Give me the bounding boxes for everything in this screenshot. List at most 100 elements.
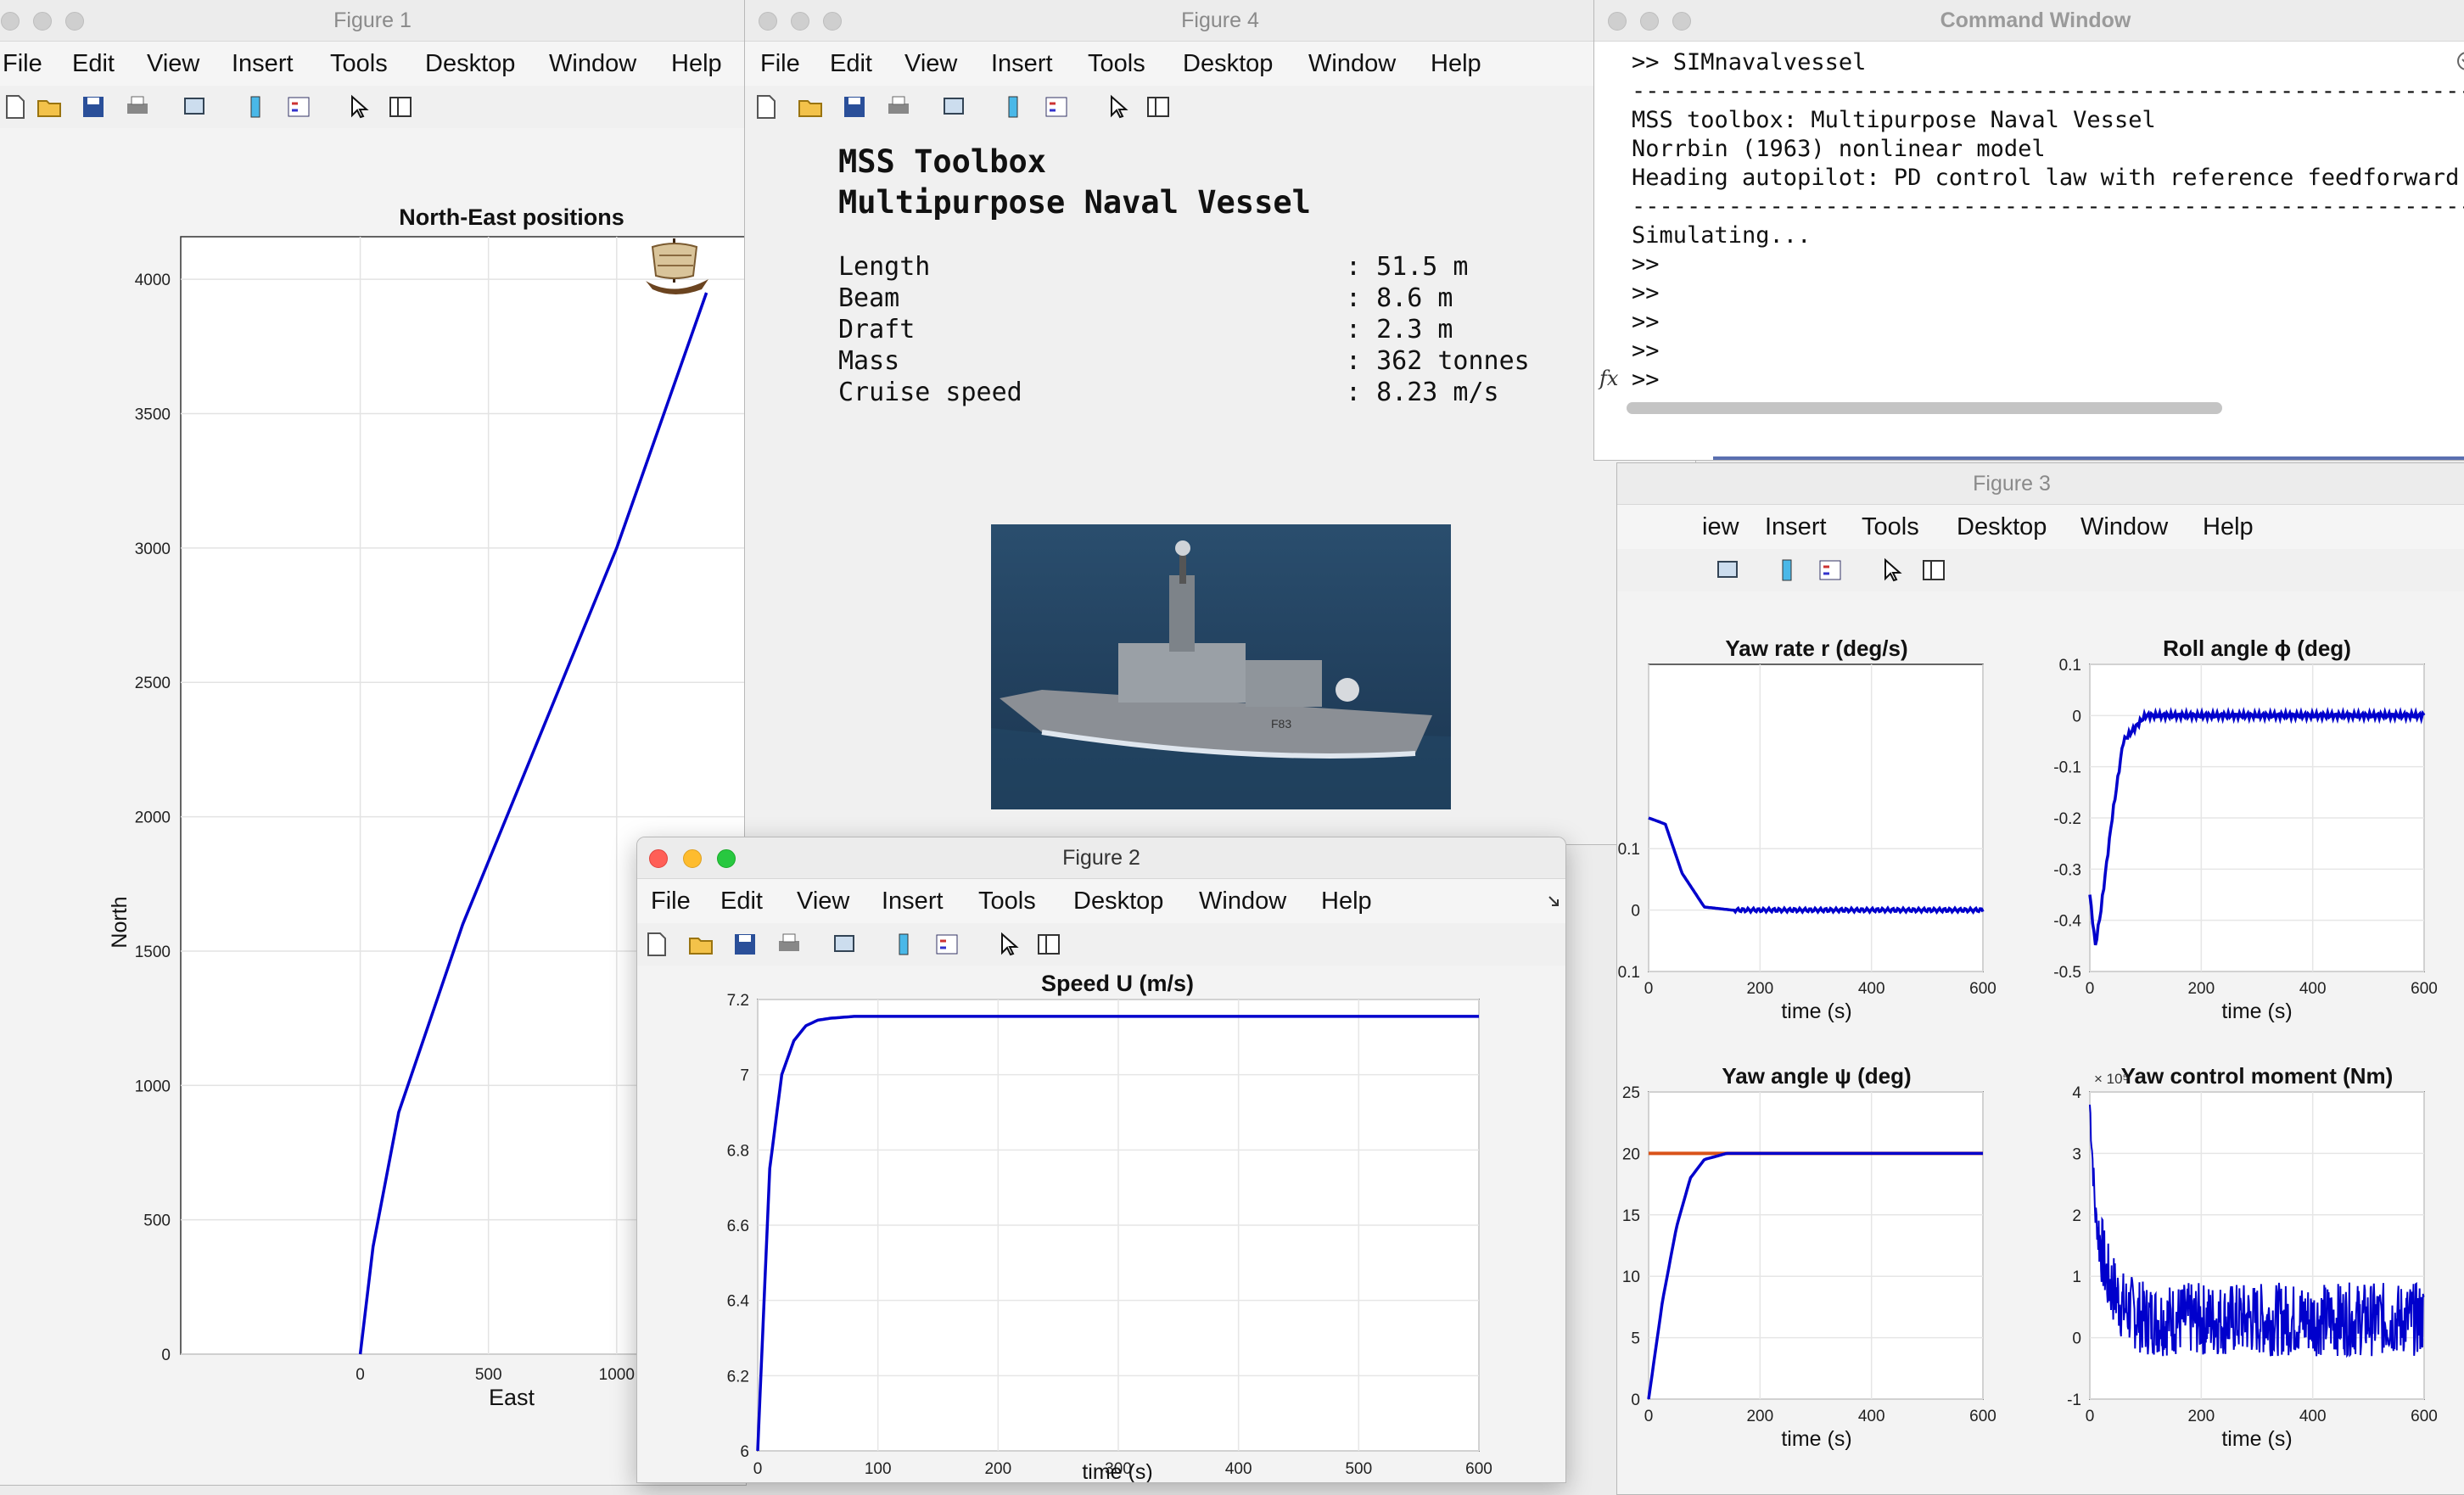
pointer-icon[interactable] [1879, 557, 1904, 583]
menu-insert[interactable]: Insert [991, 50, 1053, 78]
print-icon[interactable] [776, 932, 802, 957]
menu-view[interactable]: View [147, 50, 199, 78]
y-tick-label: 7.2 [727, 992, 749, 1010]
legend-icon[interactable] [934, 932, 960, 957]
menu-window[interactable]: Window [1199, 887, 1286, 915]
x-axis-label: time (s) [1082, 1460, 1152, 1483]
y-tick-label: 25 [1622, 1084, 1640, 1102]
new-figure-icon[interactable] [3, 94, 28, 120]
open-folder-icon[interactable] [798, 94, 823, 120]
menu-window[interactable]: Window [2080, 513, 2168, 541]
export-icon[interactable] [832, 932, 858, 957]
save-icon[interactable] [842, 94, 867, 120]
export-icon[interactable] [942, 94, 967, 120]
window-title: Figure 1 [333, 8, 412, 32]
x-tick-label: 600 [2411, 980, 2438, 998]
y-tick-label: 7 [740, 1067, 749, 1085]
menu-view[interactable]: View [904, 50, 957, 78]
print-icon[interactable] [886, 94, 911, 120]
y-tick-label: 1 [2072, 1268, 2081, 1286]
menu-edit[interactable]: Edit [72, 50, 115, 78]
menu-insert[interactable]: Insert [882, 887, 944, 915]
colorbar-icon[interactable] [892, 932, 917, 957]
divider-line: ----------------------------------------… [1632, 78, 2464, 104]
y-tick-label: 0.1 [2059, 657, 2081, 675]
save-icon[interactable] [81, 94, 106, 120]
menu-file[interactable]: File [760, 50, 800, 78]
dock-arrow-icon[interactable] [1547, 894, 1562, 910]
spec-value: : 8.23 m/s [1346, 378, 1499, 407]
menu-desktop[interactable]: Desktop [425, 50, 515, 78]
property-editor-icon[interactable] [1036, 932, 1061, 957]
figure2-canvas: Speed U (m/s) 7.2 7 6.8 6.6 6.4 6.2 6 0 100 200 30… [637, 966, 1565, 1482]
collapse-arrow-icon[interactable] [2456, 51, 2464, 71]
command-titlebar[interactable]: Command Window [1594, 0, 2464, 42]
menu-help[interactable]: Help [1321, 887, 1372, 915]
colorbar-icon[interactable] [1001, 94, 1027, 120]
figure1-titlebar[interactable]: Figure 1 [0, 0, 746, 42]
y-axis-label: North [108, 896, 132, 948]
property-editor-icon[interactable] [1145, 94, 1171, 120]
menu-view[interactable]: iew [1702, 513, 1739, 541]
legend-icon[interactable] [286, 94, 311, 120]
command-output[interactable]: >> SIMnavalvessel -----------------------… [1594, 44, 2464, 400]
open-folder-icon[interactable] [36, 94, 62, 120]
plot-title: Speed U (m/s) [1041, 971, 1194, 996]
command-line: Norrbin (1963) nonlinear model [1632, 136, 2046, 162]
menu-desktop[interactable]: Desktop [1183, 50, 1273, 78]
yaw-rate-xlabel: time (s) [1781, 999, 1851, 1023]
property-editor-icon[interactable] [1921, 557, 1946, 583]
menu-file[interactable]: File [3, 50, 42, 78]
menu-window[interactable]: Window [549, 50, 636, 78]
menu-insert[interactable]: Insert [232, 50, 294, 78]
spec-label: Cruise speed [838, 378, 1022, 407]
property-editor-icon[interactable] [388, 94, 413, 120]
colorbar-icon[interactable] [1775, 557, 1800, 583]
horizontal-scrollbar[interactable] [1627, 402, 2222, 414]
yaw-angle-xlabel: time (s) [1781, 1427, 1851, 1451]
figure2-titlebar[interactable]: Figure 2 [637, 837, 1565, 879]
menu-help[interactable]: Help [671, 50, 722, 78]
menu-help[interactable]: Help [2203, 513, 2254, 541]
colorbar-icon[interactable] [244, 94, 269, 120]
menu-window[interactable]: Window [1308, 50, 1396, 78]
y-tick-label: 6.4 [727, 1293, 750, 1311]
menu-view[interactable]: View [797, 887, 849, 915]
yaw-moment-title: Yaw control moment (Nm) [2121, 1063, 2394, 1089]
figure3-titlebar[interactable]: Figure 3 [1617, 463, 2464, 505]
export-icon[interactable] [182, 94, 208, 120]
x-tick-label: 600 [1969, 1408, 1996, 1425]
x-tick-label: 0 [2086, 1408, 2095, 1425]
roll-xlabel: time (s) [2221, 999, 2292, 1023]
legend-icon[interactable] [1044, 94, 1069, 120]
command-line: >> [1632, 309, 1660, 335]
print-icon[interactable] [125, 94, 150, 120]
y-tick-label: 3500 [135, 406, 171, 424]
menu-tools[interactable]: Tools [1088, 50, 1145, 78]
menu-edit[interactable]: Edit [720, 887, 763, 915]
menu-help[interactable]: Help [1431, 50, 1481, 78]
pointer-icon[interactable] [995, 932, 1021, 957]
new-figure-icon[interactable] [753, 94, 779, 120]
spec-label: Beam [838, 283, 900, 313]
menu-tools[interactable]: Tools [1862, 513, 1919, 541]
menu-insert[interactable]: Insert [1765, 513, 1827, 541]
menu-desktop[interactable]: Desktop [1073, 887, 1163, 915]
divider-line: ----------------------------------------… [1632, 193, 2464, 220]
pointer-icon[interactable] [345, 94, 371, 120]
save-icon[interactable] [732, 932, 758, 957]
menu-tools[interactable]: Tools [330, 50, 388, 78]
export-icon[interactable] [1716, 557, 1741, 583]
pointer-icon[interactable] [1105, 94, 1130, 120]
menu-edit[interactable]: Edit [830, 50, 872, 78]
menu-tools[interactable]: Tools [978, 887, 1036, 915]
y-tick-label: 1000 [135, 1078, 171, 1095]
figure4-titlebar[interactable]: Figure 4 [745, 0, 1695, 42]
open-folder-icon[interactable] [688, 932, 714, 957]
menu-desktop[interactable]: Desktop [1957, 513, 2047, 541]
ne-positions-chart: North-East positions 0 500 1000 1500 2000 250… [108, 204, 746, 1410]
new-figure-icon[interactable] [644, 932, 669, 957]
fx-icon[interactable]: fx [1599, 367, 1618, 390]
legend-icon[interactable] [1817, 557, 1843, 583]
menu-file[interactable]: File [651, 887, 691, 915]
